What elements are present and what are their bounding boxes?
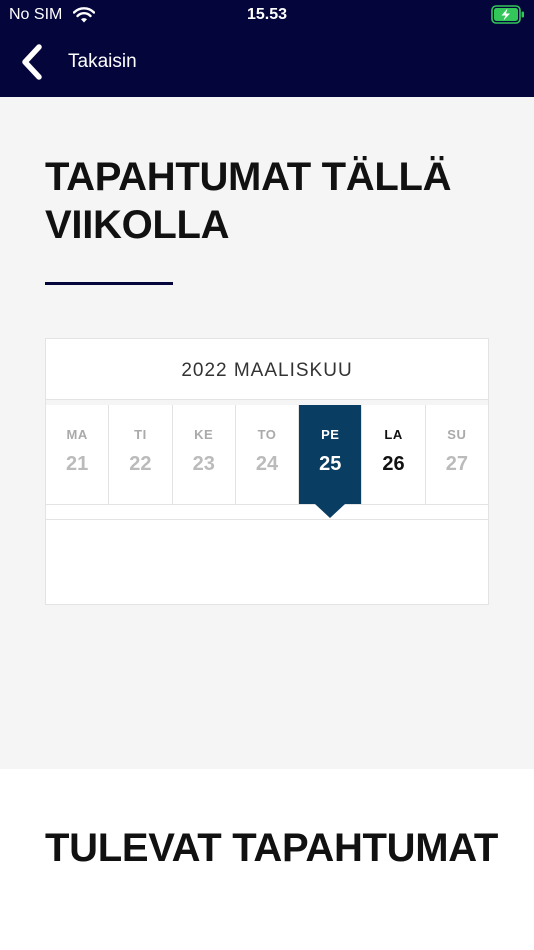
day-number: 24	[255, 453, 279, 475]
battery-charging-icon	[491, 5, 524, 24]
day-name: TI	[134, 427, 147, 442]
day-name: MA	[66, 427, 88, 442]
nav-bar: Takaisin	[0, 30, 534, 97]
back-label: Takaisin	[68, 51, 137, 72]
this-week-section: TAPAHTUMAT TÄLLÄ VIIKOLLA 2022 MAALISKUU…	[0, 97, 534, 769]
calendar-day-strip: MA 21 TI 22 KE 23 TO 24 PE 25 LA 26 SU 2…	[46, 405, 488, 518]
day-name: SU	[447, 427, 467, 442]
day-number: 21	[66, 453, 89, 475]
upcoming-section: TULEVAT TAPAHTUMAT	[0, 769, 534, 950]
calendar-divider	[46, 519, 488, 520]
day-thursday[interactable]: TO 24	[236, 405, 300, 504]
day-friday-selected[interactable]: PE 25	[299, 405, 363, 518]
day-monday[interactable]: MA 21	[46, 405, 110, 504]
calendar-month-label: 2022 MAALISKUU	[46, 339, 488, 400]
day-name: LA	[384, 427, 403, 442]
back-button[interactable]: Takaisin	[18, 42, 137, 82]
day-wednesday[interactable]: KE 23	[173, 405, 236, 504]
day-number: 22	[129, 453, 152, 475]
day-sunday[interactable]: SU 27	[426, 405, 488, 504]
day-number: 23	[192, 453, 215, 475]
day-saturday[interactable]: LA 26	[362, 405, 426, 504]
day-tuesday[interactable]: TI 22	[109, 405, 173, 504]
status-time: 15.53	[246, 6, 288, 23]
day-name: KE	[194, 427, 214, 442]
chevron-left-icon	[22, 44, 42, 80]
day-number: 26	[382, 453, 405, 475]
day-name: TO	[257, 427, 277, 442]
day-number: 27	[445, 453, 468, 475]
day-name: PE	[321, 427, 340, 442]
page-title: TAPAHTUMAT TÄLLÄ VIIKOLLA	[45, 155, 452, 247]
day-number: 25	[319, 453, 342, 475]
week-calendar: 2022 MAALISKUU MA 21 TI 22 KE 23 TO 24 P…	[45, 338, 489, 605]
status-bar: No SIM 15.53	[0, 0, 534, 30]
title-underline	[45, 282, 173, 285]
upcoming-title: TULEVAT TAPAHTUMAT	[45, 826, 499, 870]
